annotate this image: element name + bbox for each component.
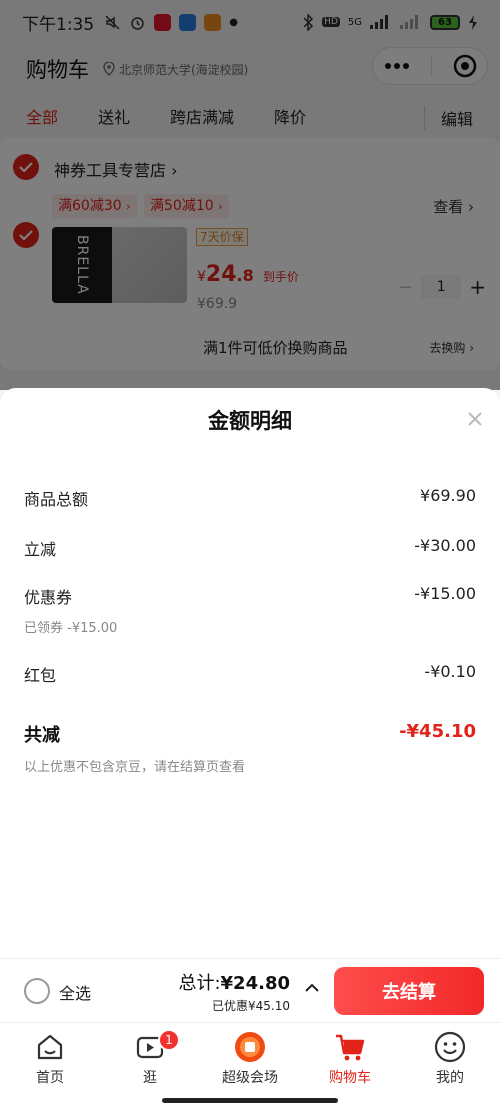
nav-browse[interactable]: 1 逛 — [100, 1023, 200, 1090]
total-amount: ¥24.80 — [220, 973, 290, 994]
detail-row-value: -¥0.10 — [424, 662, 476, 681]
nav-label: 逛 — [143, 1070, 157, 1086]
home-indicator — [0, 1090, 500, 1111]
detail-row-value: -¥15.00 — [414, 584, 476, 603]
super-venue-icon — [234, 1031, 266, 1063]
saved-amount: 已优惠¥45.10 — [212, 999, 290, 1013]
detail-row-value: -¥30.00 — [414, 536, 476, 555]
checkout-button[interactable]: 去结算 — [334, 967, 484, 1015]
nav-label: 购物车 — [329, 1070, 371, 1086]
profile-icon — [434, 1031, 466, 1063]
close-icon[interactable] — [464, 408, 486, 430]
detail-row-value: ¥69.90 — [420, 486, 476, 505]
cart-icon — [334, 1031, 366, 1063]
nav-label: 超级会场 — [222, 1070, 278, 1086]
home-indicator-bar[interactable] — [162, 1098, 338, 1103]
nav-super-venue[interactable]: 超级会场 — [200, 1023, 300, 1090]
nav-label: 我的 — [436, 1070, 464, 1086]
total-prefix: 总计: — [178, 973, 221, 994]
total-price: 总计:¥24.80 — [178, 969, 290, 995]
total-discount-value: -¥45.10 — [399, 721, 476, 742]
nav-home[interactable]: 首页 — [0, 1023, 100, 1090]
nav-label: 首页 — [36, 1070, 64, 1086]
detail-row-label: 立减 — [24, 540, 57, 559]
detail-row-label: 商品总额 — [24, 490, 89, 509]
notification-badge: 1 — [158, 1029, 180, 1051]
total-discount-label: 共减 — [24, 725, 60, 746]
amount-detail-sheet: 金额明细 商品总额 ¥69.90 立减 -¥30.00 优惠券 -¥15.00 … — [0, 388, 500, 958]
detail-row-label: 优惠券 — [24, 588, 73, 607]
coupon-sub-note: 已领券 -¥15.00 — [24, 621, 118, 636]
nav-profile[interactable]: 我的 — [400, 1023, 500, 1090]
select-all-radio[interactable] — [24, 978, 50, 1004]
detail-row-label: 红包 — [24, 666, 57, 685]
chevron-up-icon[interactable] — [303, 979, 321, 997]
select-all-label[interactable]: 全选 — [59, 980, 91, 1004]
nav-cart[interactable]: 购物车 — [300, 1023, 400, 1090]
discount-note: 以上优惠不包含京豆，请在结算页查看 — [24, 760, 246, 775]
bottom-nav: 首页 1 逛 超级会场 购物车 我的 — [0, 1022, 500, 1090]
checkout-bar: 全选 总计:¥24.80 已优惠¥45.10 去结算 — [0, 958, 500, 1022]
modal-overlay[interactable] — [0, 0, 500, 390]
sheet-title: 金额明细 — [208, 409, 292, 433]
home-icon — [34, 1031, 66, 1063]
